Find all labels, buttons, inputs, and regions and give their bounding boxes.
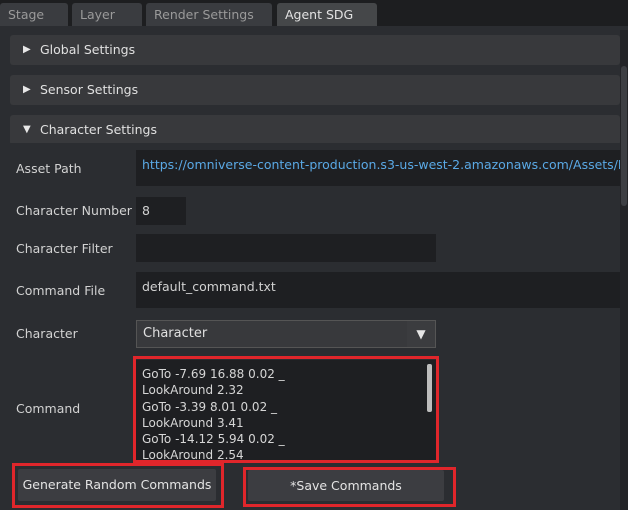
generate-highlight-box <box>12 463 224 508</box>
tab-stage[interactable]: Stage <box>0 3 68 26</box>
save-highlight-box <box>243 467 456 507</box>
panel-scrollbar[interactable] <box>620 30 628 510</box>
character-label: Character <box>16 326 78 341</box>
section-global-settings[interactable]: ▶ Global Settings <box>10 35 620 65</box>
panel-scroll-thumb[interactable] <box>621 66 627 206</box>
section-label: Character Settings <box>40 122 157 137</box>
character-filter-field[interactable] <box>136 234 436 262</box>
character-dropdown-value: Character <box>143 326 208 341</box>
command-file-label: Command File <box>16 283 106 298</box>
asset-path-field[interactable]: https://omniverse-content-production.s3-… <box>136 150 620 186</box>
character-number-label: Character Number <box>16 203 132 218</box>
tab-render-settings[interactable]: Render Settings <box>146 3 272 26</box>
section-label: Sensor Settings <box>40 82 139 97</box>
command-label: Command <box>16 401 81 416</box>
collapsed-triangle-icon: ▶ <box>23 84 31 95</box>
asset-path-value: https://omniverse-content-production.s3-… <box>142 157 620 172</box>
asset-path-label: Asset Path <box>16 161 82 176</box>
character-dropdown[interactable]: Character ▼ <box>136 320 436 348</box>
character-filter-label: Character Filter <box>16 241 113 256</box>
collapsed-triangle-icon: ▶ <box>23 44 31 55</box>
expanded-triangle-icon: ▼ <box>23 124 31 135</box>
section-character-settings[interactable]: ▼ Character Settings <box>10 115 620 145</box>
section-sensor-settings[interactable]: ▶ Sensor Settings <box>10 75 620 105</box>
character-number-field[interactable]: 8 <box>136 197 186 225</box>
tab-layer[interactable]: Layer <box>72 3 142 26</box>
tab-bar: Stage Layer Render Settings Agent SDG <box>0 0 628 26</box>
command-file-field[interactable]: default_command.txt <box>136 272 620 308</box>
command-highlight-box <box>133 356 439 463</box>
section-label: Global Settings <box>40 42 136 57</box>
tab-agent-sdg[interactable]: Agent SDG <box>277 3 377 26</box>
dropdown-arrow-icon[interactable]: ▼ <box>407 321 435 347</box>
